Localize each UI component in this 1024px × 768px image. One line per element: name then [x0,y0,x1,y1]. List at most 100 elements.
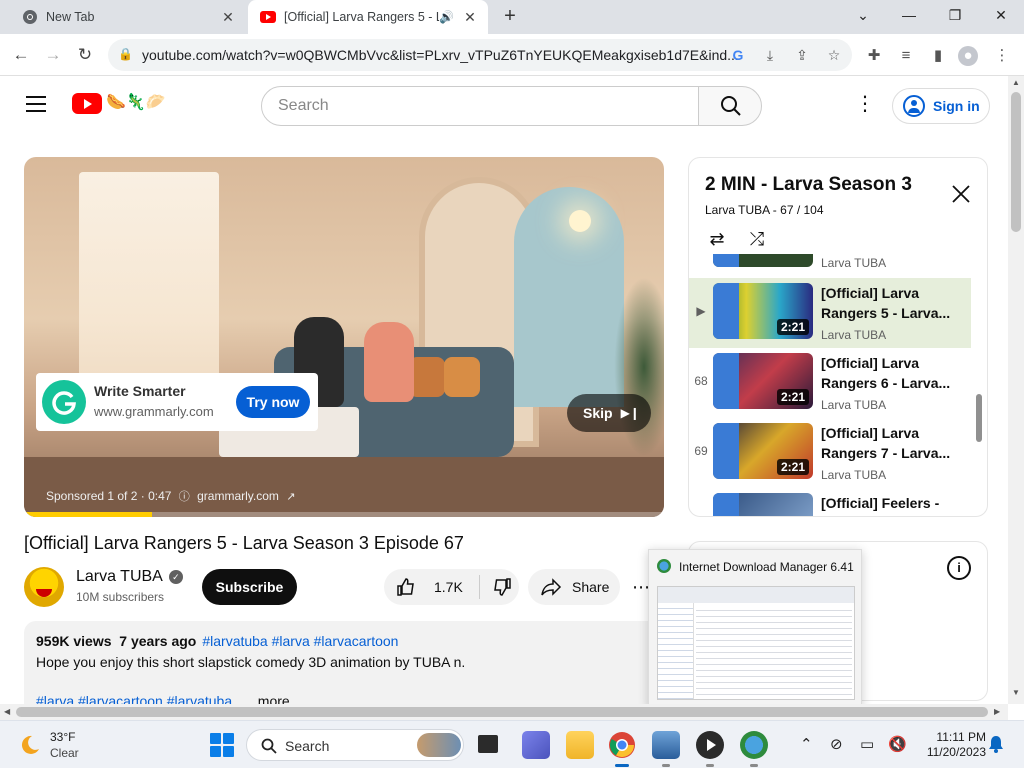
weather-condition[interactable]: Clear [50,746,79,760]
profile-avatar-icon[interactable]: ● [958,46,978,66]
taskbar-clock[interactable]: 11:11 PM 11/20/2023 [916,730,986,760]
channel-name[interactable]: Larva TUBA [76,568,163,585]
search-button[interactable] [698,86,762,126]
playlist-scrollbar[interactable] [976,394,982,442]
ad-progress-fill [24,512,152,517]
channel-name-row[interactable]: Larva TUBA ✓ [76,568,183,586]
skip-next-icon: ▶❙ [620,406,640,420]
install-app-icon[interactable]: ⤓ [760,45,780,65]
extensions-puzzle-icon[interactable]: ✚ [864,46,884,66]
chrome-icon [22,9,38,25]
playlist-item-current[interactable]: ▶ 2:21 [Official] Larva Rangers 5 - Larv… [689,278,971,348]
scroll-down-arrow-icon[interactable]: ▼ [1012,688,1020,697]
try-now-button[interactable]: Try now [236,386,310,418]
playlist-thumbnail: 2:21 [713,423,813,479]
scroll-right-arrow-icon[interactable]: ▶ [994,707,1000,716]
reload-button[interactable]: ↻ [72,42,98,68]
doodle-icon[interactable]: 🌭🦎🥟 [106,92,166,112]
idm-window-thumbnail[interactable] [657,586,855,700]
forward-button[interactable]: → [40,42,66,68]
idm-toolbar [658,587,854,603]
tab-new-tab[interactable]: New Tab ✕ [8,0,246,34]
loop-playlist-icon[interactable]: ⇄ [705,228,729,250]
subscribe-button[interactable]: Subscribe [202,569,297,605]
file-explorer-icon[interactable] [566,731,594,759]
chrome-taskbar-icon[interactable] [608,731,636,767]
windows-start-icon[interactable] [210,733,234,757]
playlist-item[interactable]: 69 2:21 [Official] Larva Rangers 7 - Lar… [689,418,971,488]
taskbar-search[interactable]: Search [246,729,464,761]
moon-weather-icon[interactable] [18,733,42,757]
settings-more-icon[interactable]: ⋮ [855,94,875,118]
show-hidden-icons-chevron[interactable]: ⌃ [800,735,813,753]
video-frame-pillow [444,357,480,397]
notification-bell-icon[interactable] [988,735,1004,753]
info-icon[interactable]: ⓘ [179,488,190,504]
close-playlist-icon[interactable] [949,182,973,206]
sponsor-domain[interactable]: grammarly.com [197,489,279,503]
search-input[interactable]: Search [261,86,699,126]
lock-icon[interactable]: 🔒 [118,47,133,61]
weather-temperature[interactable]: 33°F [50,730,75,744]
media-player-icon[interactable] [696,731,724,767]
media-control-icon[interactable]: ≡ [896,46,916,66]
browser-tab-strip: New Tab ✕ [Official] Larva Rangers 5 - L… [0,0,1024,34]
close-window-button[interactable]: ✕ [978,0,1024,30]
chrome-menu-icon[interactable]: ⋮ [992,46,1012,66]
speaker-icon[interactable]: 🔊 [439,10,454,24]
display-icon[interactable]: ▭ [860,735,874,753]
horizontal-scroll-thumb[interactable] [16,707,988,717]
address-bar[interactable]: 🔒 youtube.com/watch?v=w0QBWCMbVvc&list=P… [108,39,852,71]
page-horizontal-scrollbar[interactable]: ◀ ▶ [0,704,1008,720]
side-panel-icon[interactable]: ▮ [928,46,948,66]
page-vertical-scrollbar[interactable]: ▲ ▼ [1008,76,1024,704]
photos-icon[interactable] [652,731,680,767]
minimize-button[interactable]: — [886,0,932,30]
idm-taskbar-icon[interactable] [740,731,768,767]
url-text[interactable]: youtube.com/watch?v=w0QBWCMbVvc&list=PLx… [142,47,742,63]
sign-in-button[interactable]: Sign in [892,88,990,124]
share-page-icon[interactable]: ⇪ [792,45,812,65]
hamburger-menu-icon[interactable] [26,96,46,112]
volume-muted-icon[interactable]: 🔇 [888,735,907,753]
network-off-icon[interactable]: ⊘ [830,735,843,753]
bookmark-star-icon[interactable]: ☆ [824,45,844,65]
playlist-panel: 2 MIN - Larva Season 3 Larva TUBA - 67 /… [688,157,988,517]
playlist-item-previous[interactable]: Larva TUBA [689,254,971,276]
playlist-title[interactable]: 2 MIN - Larva Season 3 [705,174,912,196]
ad-url: www.grammarly.com [94,404,214,419]
external-link-icon[interactable]: ↗ [286,490,295,503]
idm-taskbar-preview[interactable]: Internet Download Manager 6.41 [648,549,862,707]
task-view-icon[interactable] [478,735,498,753]
like-dislike-divider [478,575,480,599]
info-icon[interactable]: i [947,556,971,580]
skip-ad-button[interactable]: Skip ▶❙ [567,394,651,432]
playlist-item[interactable]: 68 2:21 [Official] Larva Rangers 6 - Lar… [689,348,971,418]
share-label: Share [572,579,610,595]
ad-progress-bar[interactable] [24,512,664,517]
google-lens-icon[interactable]: G [728,45,748,65]
scroll-left-arrow-icon[interactable]: ◀ [4,707,10,716]
back-button[interactable]: ← [8,42,34,68]
share-button[interactable]: Share [528,569,620,605]
close-tab-icon[interactable]: ✕ [460,9,480,26]
like-count[interactable]: 1.7K [434,579,463,595]
ad-overlay-card[interactable]: Write Smarter www.grammarly.com Try now [36,373,318,431]
close-tab-icon[interactable]: ✕ [218,9,238,26]
thumbs-up-icon[interactable] [396,577,416,597]
shuffle-icon[interactable]: ⤮ [745,228,769,250]
thumbnail-brand-strip [713,254,739,267]
teams-icon[interactable] [522,731,550,759]
video-player[interactable]: Write Smarter www.grammarly.com Try now … [24,157,664,517]
youtube-logo[interactable] [72,93,102,114]
hashtags-top[interactable]: #larvatuba #larva #larvacartoon [202,633,398,649]
playlist-item[interactable]: [Official] Feelers - [689,488,971,516]
tab-youtube-video[interactable]: [Official] Larva Rangers 5 - L 🔊 ✕ [248,0,488,34]
tab-search-chevron-icon[interactable]: ⌄ [840,0,886,30]
vertical-scroll-thumb[interactable] [1011,92,1021,232]
restore-button[interactable]: ❐ [932,0,978,30]
channel-avatar[interactable] [24,567,64,607]
new-tab-button[interactable]: + [498,4,522,28]
scroll-up-arrow-icon[interactable]: ▲ [1012,78,1020,87]
thumbs-down-icon[interactable] [492,577,512,597]
